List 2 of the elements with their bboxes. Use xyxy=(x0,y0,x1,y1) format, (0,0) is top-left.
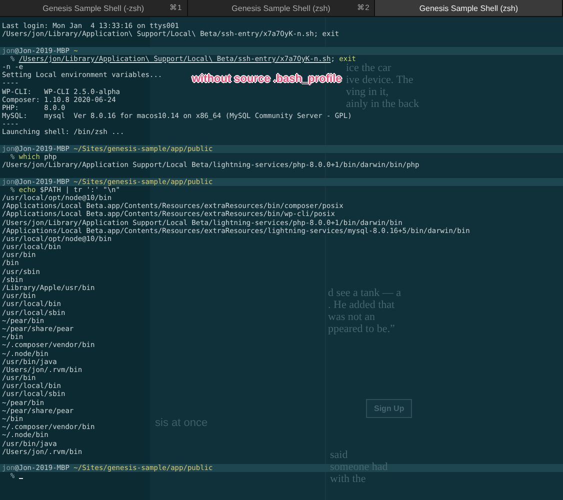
annotation-text: without source .bash_profile xyxy=(192,73,342,85)
terminal-tab[interactable]: Genesis Sample Shell (zsh) xyxy=(375,0,563,16)
